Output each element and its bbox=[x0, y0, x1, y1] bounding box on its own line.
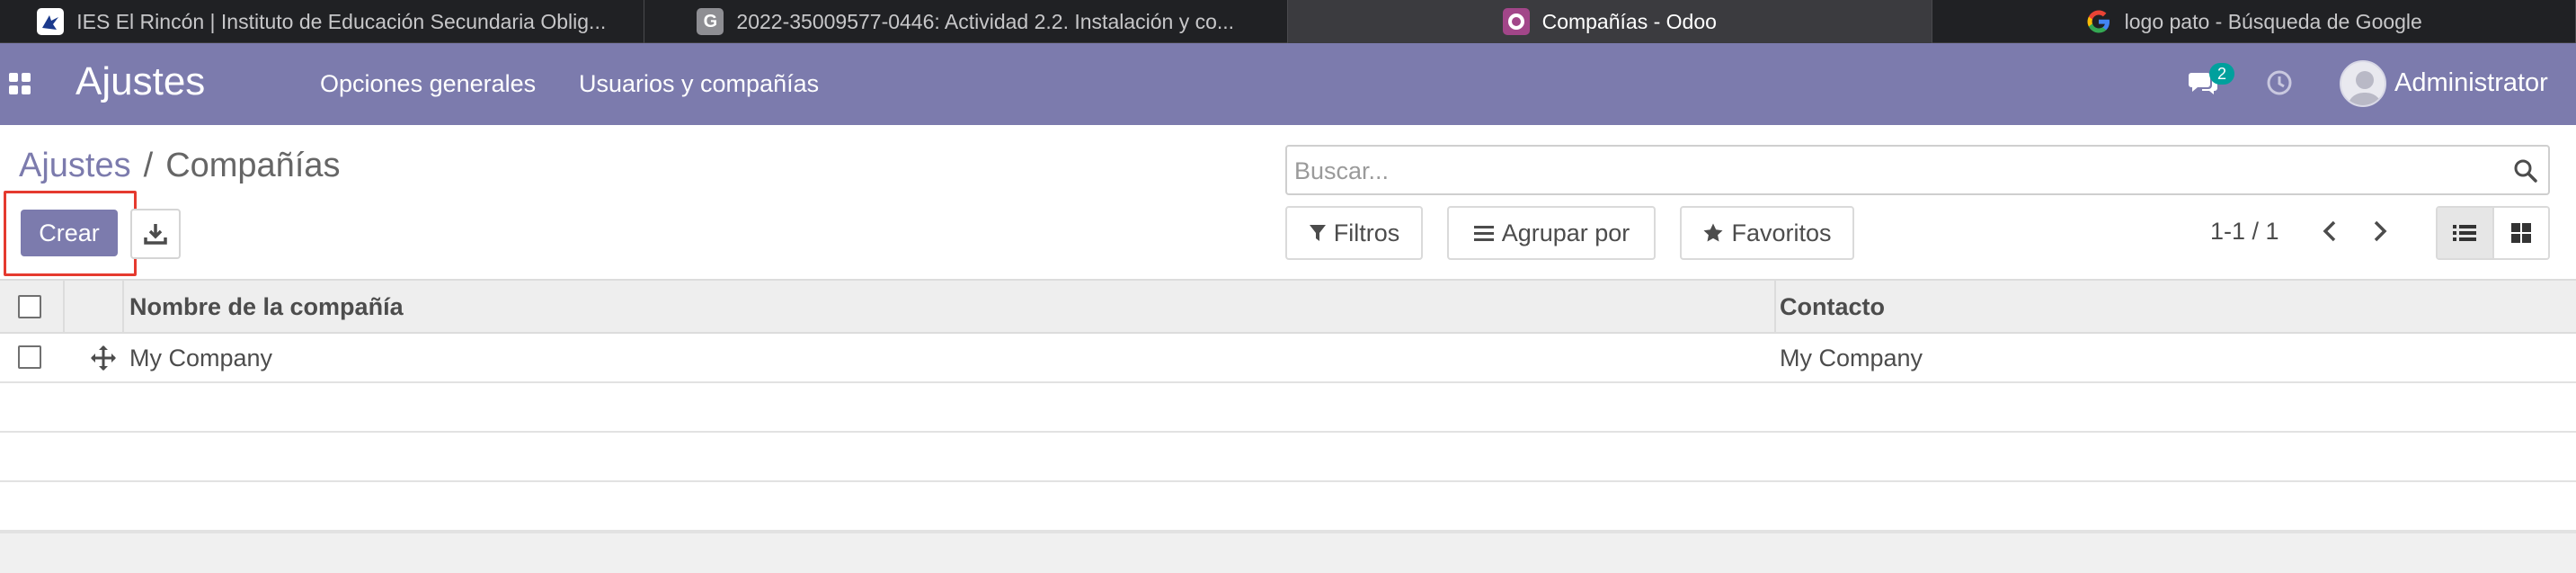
search-bar bbox=[1285, 145, 2550, 195]
user-menu-name[interactable]: Administrator bbox=[2394, 68, 2548, 98]
empty-row bbox=[0, 433, 2576, 482]
menu-usuarios-companias[interactable]: Usuarios y compañías bbox=[579, 70, 819, 98]
kanban-grid-icon bbox=[2510, 222, 2532, 244]
ies-logo-icon bbox=[37, 8, 64, 35]
export-button[interactable] bbox=[130, 209, 181, 259]
list-icon bbox=[2452, 222, 2477, 244]
contact-cell[interactable]: My Company bbox=[1780, 345, 1923, 372]
row-checkbox[interactable] bbox=[18, 345, 41, 369]
list-view-button[interactable] bbox=[2438, 208, 2492, 258]
table-header: Nombre de la compañía Contacto bbox=[0, 279, 2576, 334]
companies-table: Nombre de la compañía Contacto My Compan… bbox=[0, 279, 2576, 573]
filter-icon bbox=[1309, 223, 1327, 243]
browser-tab-ies[interactable]: IES El Rincón | Instituto de Educación S… bbox=[0, 0, 644, 43]
pager-value[interactable]: 1-1 / 1 bbox=[2210, 218, 2279, 246]
column-divider bbox=[63, 281, 65, 332]
tab-title: 2022-35009577-0446: Actividad 2.2. Insta… bbox=[736, 10, 1234, 34]
breadcrumb-separator: / bbox=[144, 147, 154, 184]
search-input[interactable] bbox=[1294, 154, 2490, 188]
create-button[interactable]: Crear bbox=[21, 210, 118, 256]
browser-tab-google[interactable]: logo pato - Búsqueda de Google bbox=[1932, 0, 2576, 43]
group-by-label: Agrupar por bbox=[1502, 219, 1630, 247]
breadcrumb: Ajustes / Compañías bbox=[19, 147, 341, 185]
favorites-button[interactable]: Favoritos bbox=[1680, 206, 1854, 260]
search-icon[interactable] bbox=[2512, 157, 2539, 184]
tab-title: Compañías - Odoo bbox=[1542, 10, 1717, 34]
group-by-button[interactable]: Agrupar por bbox=[1447, 206, 1656, 260]
chevron-right-icon[interactable] bbox=[2366, 218, 2393, 245]
drag-handle-icon[interactable] bbox=[90, 345, 117, 372]
activity-clock-icon[interactable] bbox=[2265, 68, 2294, 97]
column-header-contact[interactable]: Contacto bbox=[1780, 293, 1885, 321]
filters-button[interactable]: Filtros bbox=[1285, 206, 1423, 260]
message-count-badge: 2 bbox=[2209, 63, 2234, 85]
kanban-view-button[interactable] bbox=[2492, 208, 2549, 258]
table-footer bbox=[0, 532, 2576, 573]
browser-tab-strip: IES El Rincón | Instituto de Educación S… bbox=[0, 0, 2576, 43]
tab-title: logo pato - Búsqueda de Google bbox=[2125, 10, 2422, 34]
browser-tab-actividad[interactable]: G 2022-35009577-0446: Actividad 2.2. Ins… bbox=[644, 0, 1289, 43]
app-title[interactable]: Ajustes bbox=[76, 59, 205, 104]
apps-menu-icon[interactable] bbox=[9, 73, 31, 94]
favorites-label: Favoritos bbox=[1731, 219, 1831, 247]
browser-tab-companias[interactable]: Compañías - Odoo bbox=[1288, 0, 1932, 43]
google-icon bbox=[2085, 8, 2112, 35]
star-icon bbox=[1702, 222, 1724, 244]
odoo-icon bbox=[1503, 8, 1530, 35]
main-navbar: Ajustes Opciones generales Usuarios y co… bbox=[0, 43, 2576, 125]
select-all-checkbox[interactable] bbox=[18, 295, 41, 318]
menu-opciones-generales[interactable]: Opciones generales bbox=[320, 70, 536, 98]
bars-icon bbox=[1473, 224, 1495, 242]
tab-title: IES El Rincón | Instituto de Educación S… bbox=[76, 10, 606, 34]
column-header-company-name[interactable]: Nombre de la compañía bbox=[129, 293, 404, 321]
breadcrumb-parent[interactable]: Ajustes bbox=[19, 147, 131, 184]
filters-label: Filtros bbox=[1334, 219, 1400, 247]
download-icon bbox=[144, 222, 167, 246]
user-avatar[interactable] bbox=[2340, 60, 2386, 107]
g-letter-icon: G bbox=[697, 8, 724, 35]
company-name-cell[interactable]: My Company bbox=[129, 345, 272, 372]
breadcrumb-current: Compañías bbox=[165, 147, 340, 184]
chevron-left-icon[interactable] bbox=[2317, 218, 2344, 245]
view-switcher bbox=[2436, 206, 2550, 260]
column-divider bbox=[122, 281, 124, 332]
empty-row bbox=[0, 482, 2576, 532]
empty-row bbox=[0, 383, 2576, 433]
column-divider bbox=[1774, 281, 1776, 332]
table-row[interactable]: My Company My Company bbox=[0, 334, 2576, 383]
